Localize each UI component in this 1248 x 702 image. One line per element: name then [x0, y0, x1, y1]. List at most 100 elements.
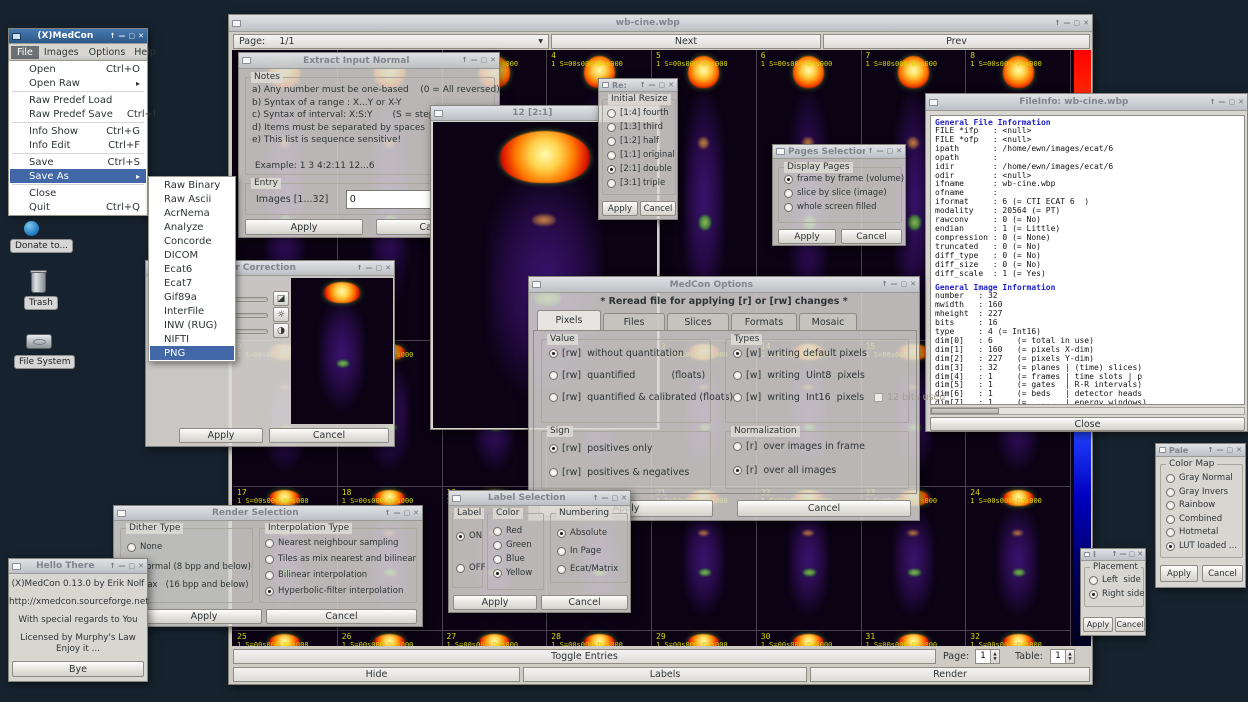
radio-icon[interactable]	[607, 123, 616, 132]
placement-titlebar[interactable]: I ↑—▢✕	[1081, 549, 1145, 561]
pages-apply-button[interactable]: Apply	[778, 229, 836, 244]
maximize-icon[interactable]: ▢	[1229, 96, 1236, 109]
donate-label[interactable]: Donate to...	[10, 239, 73, 253]
radio-icon[interactable]	[733, 466, 742, 475]
radio-icon[interactable]	[493, 569, 502, 578]
radio-icon[interactable]	[557, 565, 566, 574]
minimize-icon[interactable]: —	[891, 278, 898, 291]
radio-icon[interactable]	[733, 371, 742, 380]
minimize-icon[interactable]: —	[602, 492, 609, 505]
colormap-option[interactable]: Rainbow	[1166, 500, 1215, 510]
filesystem-icon[interactable]	[26, 334, 52, 349]
radio-icon[interactable]	[1089, 590, 1098, 599]
scan-cell[interactable]: 301 S=00s000 D=s000	[757, 631, 862, 646]
colormap-option[interactable]: LUT loaded ...	[1166, 541, 1237, 551]
maximize-icon[interactable]: ▢	[901, 278, 908, 291]
types-option[interactable]: [w] writing default pixels	[733, 348, 867, 359]
maximize-icon[interactable]: ▢	[612, 492, 619, 505]
menu-item-open-raw[interactable]: Open Raw▸	[10, 76, 146, 90]
pages-titlebar[interactable]: Pages Selection ↑—▢✕	[773, 145, 905, 159]
pages-option[interactable]: frame by frame (volume)	[784, 174, 904, 184]
scrollbar-thumb[interactable]	[931, 408, 999, 414]
close-icon[interactable]: ✕	[621, 492, 627, 505]
tab-slices[interactable]: Slices	[667, 313, 729, 331]
close-icon[interactable]: ✕	[1083, 17, 1089, 30]
maximize-icon[interactable]: ▢	[404, 507, 411, 520]
submenu-item-dicom[interactable]: DICOM	[150, 248, 234, 262]
render-apply-button[interactable]: Apply	[146, 609, 262, 624]
close-icon[interactable]: ✕	[910, 278, 916, 291]
minimize-icon[interactable]: —	[366, 262, 373, 275]
radio-icon[interactable]	[265, 539, 274, 548]
close-icon[interactable]: ✕	[490, 54, 496, 67]
resize-apply-button[interactable]: Apply	[602, 201, 638, 216]
radio-icon[interactable]	[733, 442, 742, 451]
pages-cancel-button[interactable]: Cancel	[841, 229, 902, 244]
menu-options[interactable]: Options	[84, 46, 131, 59]
interp-option[interactable]: Tiles as mix nearest and bilinear	[265, 554, 416, 564]
maximize-icon[interactable]: ▢	[481, 54, 488, 67]
maximize-icon[interactable]: ▢	[1074, 17, 1081, 30]
color-option[interactable]: Blue	[493, 554, 525, 564]
submenu-item-analyze[interactable]: Analyze	[150, 220, 234, 234]
fileinfo-close-button[interactable]: Close	[930, 417, 1245, 431]
colorcorr-apply-button[interactable]: Apply	[179, 428, 263, 443]
types-option[interactable]: [w] writing Uint8 pixels	[733, 370, 865, 381]
rollup-icon[interactable]: ↑	[357, 262, 363, 275]
label-cancel-button[interactable]: Cancel	[541, 595, 628, 610]
trash-label[interactable]: Trash	[24, 296, 58, 310]
hide-button[interactable]: Hide	[233, 667, 520, 682]
submenu-item-acrnema[interactable]: AcrNema	[150, 206, 234, 220]
placement-apply-button[interactable]: Apply	[1083, 617, 1113, 632]
value-option[interactable]: [rw] without quantitation	[549, 348, 684, 359]
close-icon[interactable]: ✕	[138, 30, 144, 43]
radio-icon[interactable]	[784, 189, 793, 198]
trash-icon[interactable]	[31, 272, 46, 293]
resize-option[interactable]: [3:1] triple	[607, 178, 665, 188]
maximize-icon[interactable]: ▢	[887, 145, 894, 158]
submenu-item-concorde[interactable]: Concorde	[150, 234, 234, 248]
close-icon[interactable]: ✕	[138, 560, 144, 573]
radio-icon[interactable]	[733, 349, 742, 358]
radio-icon[interactable]	[557, 547, 566, 556]
radio-icon[interactable]	[456, 532, 465, 541]
dither-option[interactable]: None	[127, 542, 162, 552]
palette-titlebar[interactable]: Pale ↑—▢✕	[1156, 444, 1245, 457]
rollup-icon[interactable]: ↑	[640, 79, 646, 92]
menu-item-info-show[interactable]: Info ShowCtrl+G	[10, 124, 146, 138]
minimize-icon[interactable]: —	[1064, 17, 1071, 30]
rollup-icon[interactable]: ↑	[110, 30, 116, 43]
scan-cell[interactable]: 271 S=00s000 D=s000	[443, 631, 548, 646]
options-titlebar[interactable]: MedCon Options ↑—▢✕	[529, 277, 919, 293]
resize-titlebar[interactable]: Re: ↑—▢✕	[599, 79, 677, 92]
menu-images[interactable]: Images	[39, 46, 84, 59]
menu-item-close[interactable]: Close	[10, 186, 146, 200]
radio-icon[interactable]	[493, 541, 502, 550]
radio-icon[interactable]	[607, 179, 616, 188]
render-cancel-button[interactable]: Cancel	[266, 609, 417, 624]
value-option[interactable]: [rw] quantified & calibrated (floats)	[549, 392, 733, 403]
prev-page-button[interactable]: Prev	[823, 34, 1090, 49]
label-apply-button[interactable]: Apply	[453, 595, 537, 610]
close-icon[interactable]: ✕	[896, 145, 902, 158]
minimize-icon[interactable]: —	[877, 145, 884, 158]
menu-item-save[interactable]: SaveCtrl+S	[10, 155, 146, 169]
options-cancel-button[interactable]: Cancel	[737, 500, 911, 517]
close-icon[interactable]: ✕	[1236, 444, 1242, 457]
minimize-icon[interactable]: —	[1219, 96, 1226, 109]
menu-item-quit[interactable]: QuitCtrl+Q	[10, 200, 146, 214]
gamma-icon-button[interactable]: ◪	[273, 291, 289, 306]
menu-item-raw-predef-load[interactable]: Raw Predef Load	[10, 93, 146, 107]
rollup-icon[interactable]: ↑	[1055, 17, 1061, 30]
colormap-option[interactable]: Combined	[1166, 514, 1222, 524]
resize-option[interactable]: [1:2] half	[607, 136, 659, 146]
maximize-icon[interactable]: ▢	[1227, 444, 1234, 457]
tab-mosaic[interactable]: Mosaic	[799, 313, 857, 331]
toggle-entries-button[interactable]: Toggle Entries	[233, 649, 936, 664]
submenu-item-inw-rug[interactable]: INW (RUG)	[150, 318, 234, 332]
submenu-item-raw-binary[interactable]: Raw Binary	[150, 178, 234, 192]
fileinfo-titlebar[interactable]: FileInfo: wb-cine.wbp ↑—▢✕	[926, 94, 1247, 111]
submenu-item-interfile[interactable]: InterFile	[150, 304, 234, 318]
maximize-icon[interactable]: ▢	[659, 79, 666, 92]
sign-option[interactable]: [rw] positives only	[549, 443, 652, 454]
